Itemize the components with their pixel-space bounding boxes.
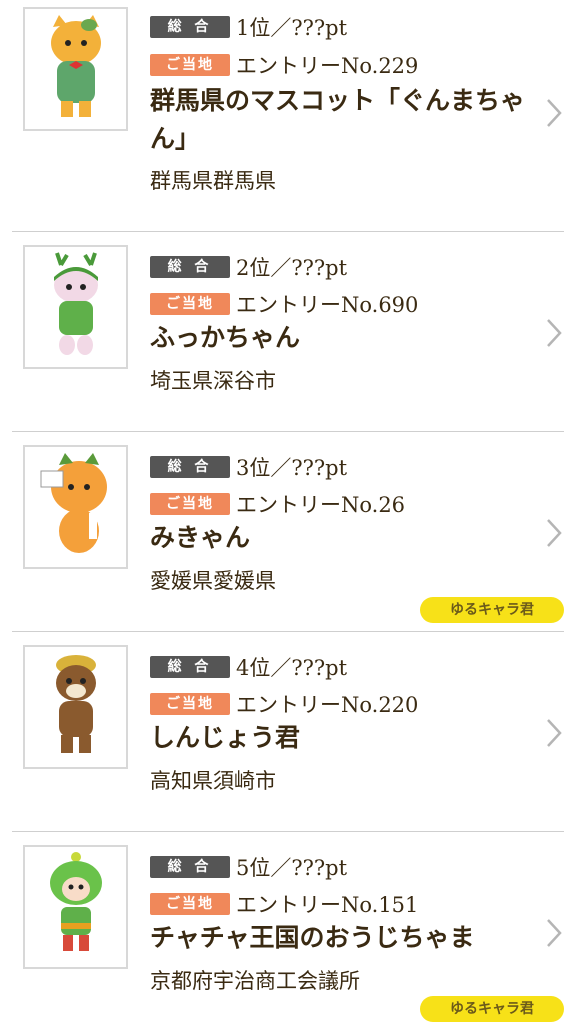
- character-thumbnail[interactable]: [23, 845, 128, 969]
- character-location: 愛媛県愛媛県: [150, 569, 276, 593]
- rank-text: 4位／???pt: [236, 656, 348, 680]
- rank-row: 総 合 4位／???pt: [150, 652, 347, 682]
- local-badge: ご当地: [150, 493, 230, 515]
- character-location: 埼玉県深谷市: [150, 369, 276, 393]
- entry-row: ご当地 エントリーNo.220: [150, 689, 418, 719]
- list-item[interactable]: 総 合 5位／???pt ご当地 エントリーNo.151 チャチャ王国のおうじち…: [0, 831, 576, 1031]
- entry-number: エントリーNo.26: [236, 493, 406, 517]
- character-thumbnail[interactable]: [23, 245, 128, 369]
- ranking-list: 総 合 1位／???pt ご当地 エントリーNo.229 群馬県のマスコット「ぐ…: [0, 0, 576, 1031]
- character-name: みきゃん: [150, 523, 251, 552]
- character-thumbnail[interactable]: [23, 645, 128, 769]
- rank-row: 総 合 3位／???pt: [150, 452, 347, 482]
- category-tag: ゆるキャラ君: [420, 996, 564, 1022]
- entry-number: エントリーNo.690: [236, 293, 419, 317]
- mascot-image: [55, 655, 96, 753]
- chevron-right-icon[interactable]: [546, 318, 562, 348]
- rank-text: 2位／???pt: [236, 256, 348, 280]
- list-item[interactable]: 総 合 3位／???pt ご当地 エントリーNo.26 みきゃん 愛媛県愛媛県 …: [0, 431, 576, 631]
- character-thumbnail[interactable]: [23, 445, 128, 569]
- character-name: ふっかちゃん: [150, 323, 301, 352]
- chevron-right-icon[interactable]: [546, 518, 562, 548]
- character-thumbnail[interactable]: [23, 7, 128, 131]
- mascot-image: [40, 453, 107, 553]
- overall-badge: 総 合: [150, 856, 230, 878]
- list-item[interactable]: 総 合 2位／???pt ご当地 エントリーNo.690 ふっかちゃん 埼玉県深…: [0, 231, 576, 431]
- entry-row: ご当地 エントリーNo.26: [150, 489, 405, 519]
- rank-row: 総 合 1位／???pt: [150, 12, 347, 42]
- overall-badge: 総 合: [150, 256, 230, 278]
- entry-row: ご当地 エントリーNo.151: [150, 889, 418, 919]
- mascot-image: [53, 252, 98, 355]
- local-badge: ご当地: [150, 54, 230, 76]
- mascot-image: [49, 852, 102, 951]
- rank-text: 3位／???pt: [236, 456, 348, 480]
- chevron-right-icon[interactable]: [546, 718, 562, 748]
- character-name: しんじょう君: [150, 723, 301, 752]
- character-location: 京都府宇治商工会議所: [150, 969, 360, 993]
- character-location: 高知県須崎市: [150, 769, 276, 793]
- rank-row: 総 合 5位／???pt: [150, 852, 347, 882]
- local-badge: ご当地: [150, 693, 230, 715]
- rank-text: 5位／???pt: [236, 856, 348, 880]
- chevron-right-icon[interactable]: [546, 918, 562, 948]
- rank-text: 1位／???pt: [236, 16, 348, 40]
- local-badge: ご当地: [150, 893, 230, 915]
- overall-badge: 総 合: [150, 456, 230, 478]
- list-item[interactable]: 総 合 4位／???pt ご当地 エントリーNo.220 しんじょう君 高知県須…: [0, 631, 576, 831]
- entry-row: ご当地 エントリーNo.690: [150, 289, 418, 319]
- rank-row: 総 合 2位／???pt: [150, 252, 347, 282]
- entry-number: エントリーNo.220: [236, 693, 419, 717]
- chevron-right-icon[interactable]: [546, 98, 562, 128]
- character-location: 群馬県群馬県: [150, 169, 276, 193]
- mascot-image: [50, 15, 101, 117]
- entry-row: ご当地 エントリーNo.229: [150, 50, 418, 80]
- character-name: チャチャ王国のおうじちゃま: [150, 923, 475, 952]
- entry-number: エントリーNo.229: [236, 54, 419, 78]
- character-name: 群馬県のマスコット「ぐんまちゃん」: [150, 86, 526, 153]
- overall-badge: 総 合: [150, 16, 230, 38]
- overall-badge: 総 合: [150, 656, 230, 678]
- local-badge: ご当地: [150, 293, 230, 315]
- category-tag: ゆるキャラ君: [420, 597, 564, 623]
- entry-number: エントリーNo.151: [236, 893, 419, 917]
- list-item[interactable]: 総 合 1位／???pt ご当地 エントリーNo.229 群馬県のマスコット「ぐ…: [0, 0, 576, 231]
